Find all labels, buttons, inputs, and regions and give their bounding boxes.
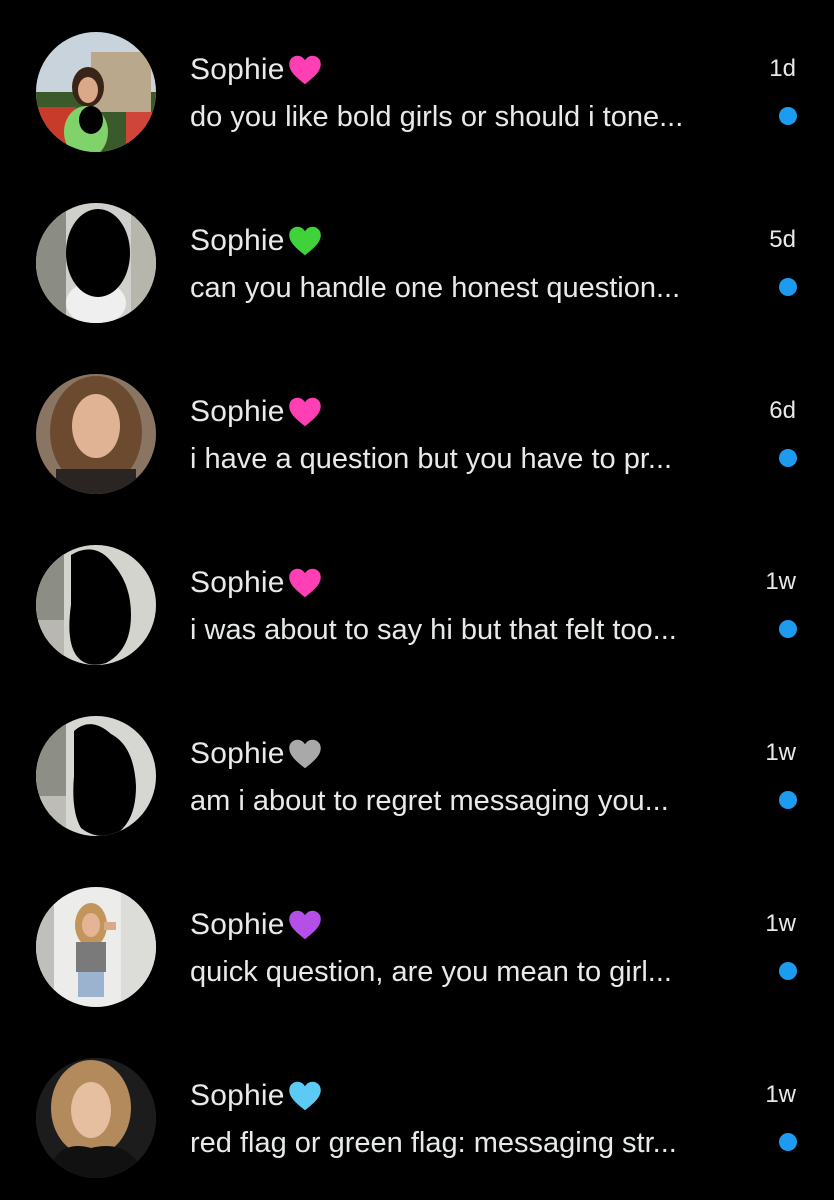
unread-dot xyxy=(779,278,797,296)
pink-heart-icon xyxy=(287,565,323,601)
sender-name: Sophie xyxy=(190,53,285,86)
message-preview: i was about to say hi but that felt too.… xyxy=(190,614,677,646)
conversation-row[interactable]: Sophie quick question, are you mean to g… xyxy=(0,855,834,1026)
avatar[interactable] xyxy=(36,545,156,665)
message-preview: am i about to regret messaging you... xyxy=(190,785,669,817)
sender-name: Sophie xyxy=(190,395,285,428)
sender-name: Sophie xyxy=(190,908,285,941)
message-preview: can you handle one honest question... xyxy=(190,272,681,304)
conversation-row[interactable]: Sophie i was about to say hi but that fe… xyxy=(0,513,834,684)
unread-dot xyxy=(779,1133,797,1151)
message-preview: i have a question but you have to pr... xyxy=(190,443,673,475)
avatar-photo xyxy=(36,32,156,152)
avatar[interactable] xyxy=(36,887,156,1007)
name-line: Sophie xyxy=(190,390,323,434)
timestamp: 1w xyxy=(765,910,796,937)
unread-dot xyxy=(779,962,797,980)
light-blue-heart-icon xyxy=(287,1078,323,1114)
avatar[interactable] xyxy=(36,374,156,494)
name-line: Sophie xyxy=(190,219,323,263)
avatar-photo xyxy=(36,887,156,1007)
name-line: Sophie xyxy=(190,903,323,947)
avatar-photo xyxy=(36,1058,156,1178)
conversation-row[interactable]: Sophie do you like bold girls or should … xyxy=(0,0,834,171)
timestamp: 1w xyxy=(765,1081,796,1108)
name-line: Sophie xyxy=(190,48,323,92)
unread-dot xyxy=(779,620,797,638)
unread-dot xyxy=(779,107,797,125)
conversation-row[interactable]: Sophie am i about to regret messaging yo… xyxy=(0,684,834,855)
conversation-row[interactable]: Sophie can you handle one honest questio… xyxy=(0,171,834,342)
green-heart-icon xyxy=(287,223,323,259)
sender-name: Sophie xyxy=(190,1079,285,1112)
purple-heart-icon xyxy=(287,907,323,943)
timestamp: 5d xyxy=(769,226,796,253)
conversation-list: Sophie do you like bold girls or should … xyxy=(0,0,834,1200)
avatar[interactable] xyxy=(36,1058,156,1178)
conversation-row[interactable]: Sophie red flag or green flag: messaging… xyxy=(0,1026,834,1197)
timestamp: 1w xyxy=(765,739,796,766)
name-line: Sophie xyxy=(190,561,323,605)
timestamp: 6d xyxy=(769,397,796,424)
avatar[interactable] xyxy=(36,32,156,152)
message-preview: red flag or green flag: messaging str... xyxy=(190,1127,677,1159)
avatar-photo xyxy=(36,374,156,494)
name-line: Sophie xyxy=(190,1074,323,1118)
avatar[interactable] xyxy=(36,716,156,836)
avatar[interactable] xyxy=(36,203,156,323)
avatar-photo xyxy=(36,716,156,836)
timestamp: 1d xyxy=(769,55,796,82)
sender-name: Sophie xyxy=(190,737,285,770)
conversation-row[interactable]: Sophie i have a question but you have to… xyxy=(0,342,834,513)
sender-name: Sophie xyxy=(190,566,285,599)
pink-heart-icon xyxy=(287,394,323,430)
sender-name: Sophie xyxy=(190,224,285,257)
avatar-photo xyxy=(36,203,156,323)
message-preview: do you like bold girls or should i tone.… xyxy=(190,101,684,133)
name-line: Sophie xyxy=(190,732,323,776)
unread-dot xyxy=(779,449,797,467)
message-preview: quick question, are you mean to girl... xyxy=(190,956,672,988)
grey-heart-icon xyxy=(287,736,323,772)
unread-dot xyxy=(779,791,797,809)
avatar-photo xyxy=(36,545,156,665)
pink-heart-icon xyxy=(287,52,323,88)
timestamp: 1w xyxy=(765,568,796,595)
